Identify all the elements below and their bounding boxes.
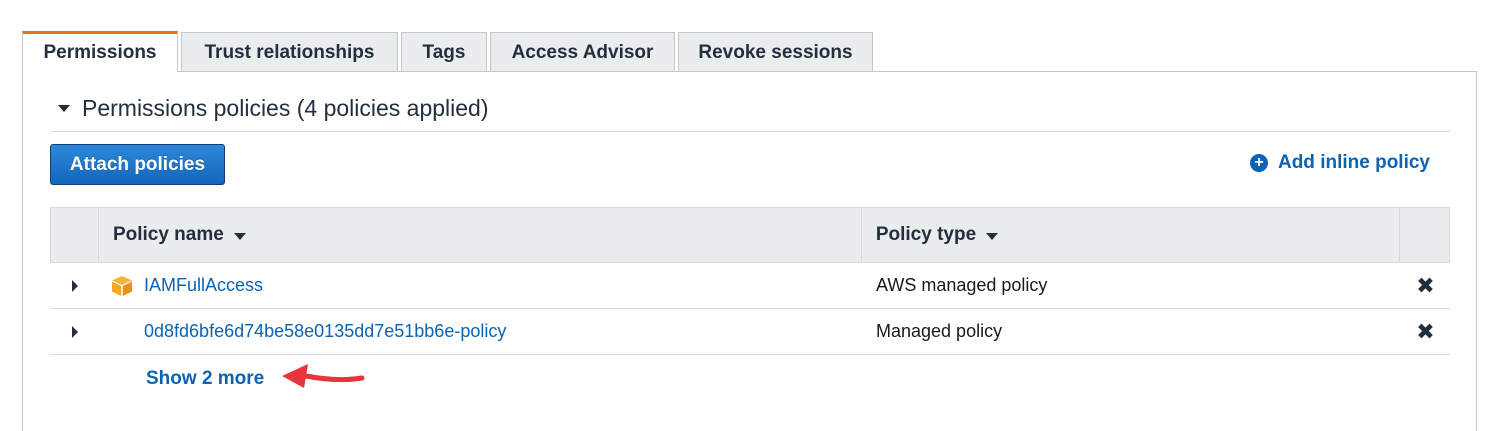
policy-name-link[interactable]: 0d8fd6bfe6d74be58e0135dd7e51bb6e-policy: [144, 321, 506, 342]
caret-down-icon: [58, 105, 70, 112]
tab-permissions[interactable]: Permissions: [22, 31, 178, 72]
tab-tags[interactable]: Tags: [401, 32, 487, 72]
tab-bar: Permissions Trust relationships Tags Acc…: [22, 31, 876, 72]
policies-table: Policy name Policy type IAMFullAccess AW…: [50, 207, 1450, 355]
header-expand-cell: [51, 208, 99, 262]
policy-name-link[interactable]: IAMFullAccess: [144, 275, 263, 296]
header-policy-type-label: Policy type: [875, 224, 977, 245]
expand-row-icon[interactable]: [72, 279, 78, 292]
aws-managed-cube-icon: [112, 275, 132, 296]
section-title: Permissions policies (4 policies applied…: [82, 95, 489, 121]
sort-caret-icon: [233, 232, 246, 240]
header-action-cell: [1400, 208, 1449, 262]
header-policy-name[interactable]: Policy name: [99, 208, 862, 262]
tab-access-advisor[interactable]: Access Advisor: [490, 32, 675, 72]
policy-type-value: AWS managed policy: [876, 275, 1048, 295]
expand-row-icon[interactable]: [72, 325, 78, 338]
header-policy-type[interactable]: Policy type: [862, 208, 1401, 262]
plus-circle-icon: +: [1249, 154, 1268, 172]
permissions-panel: Permissions policies (4 policies applied…: [22, 71, 1477, 431]
tab-revoke-sessions[interactable]: Revoke sessions: [678, 32, 873, 72]
table-row: 0d8fd6bfe6d74be58e0135dd7e51bb6e-policy …: [50, 309, 1450, 355]
remove-policy-icon[interactable]: ✖: [1401, 319, 1450, 345]
table-header: Policy name Policy type: [50, 207, 1450, 263]
remove-policy-icon[interactable]: ✖: [1401, 273, 1450, 299]
permissions-policies-toggle[interactable]: Permissions policies (4 policies applied…: [51, 94, 1451, 132]
sort-caret-icon: [986, 232, 999, 240]
tab-trust-relationships[interactable]: Trust relationships: [181, 32, 398, 72]
attach-policies-button[interactable]: Attach policies: [50, 144, 225, 185]
show-more-link[interactable]: Show 2 more: [146, 368, 264, 390]
add-inline-policy-label: Add inline policy: [1277, 152, 1430, 173]
table-row: IAMFullAccess AWS managed policy ✖: [50, 263, 1450, 309]
header-policy-name-label: Policy name: [112, 224, 224, 245]
red-arrow-annotation-icon: [282, 364, 365, 388]
policy-type-value: Managed policy: [876, 321, 1003, 341]
add-inline-policy-link[interactable]: + Add inline policy: [1249, 152, 1430, 174]
